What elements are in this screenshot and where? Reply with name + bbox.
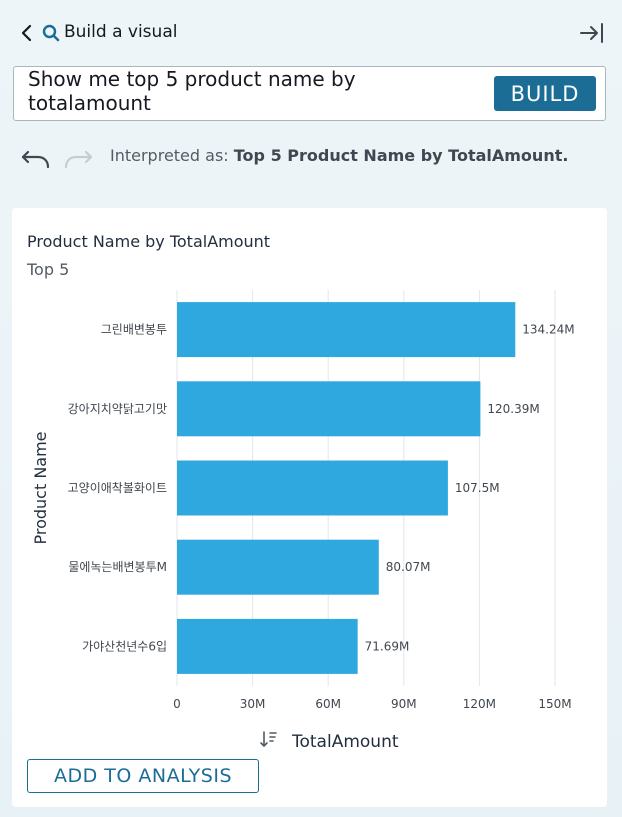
- bar: [177, 302, 516, 358]
- interpreted-value: Top 5 Product Name by TotalAmount.: [233, 146, 569, 165]
- bar: [177, 460, 448, 516]
- x-axis-label: TotalAmount: [291, 732, 399, 752]
- chevron-left-icon[interactable]: [20, 22, 34, 44]
- y-tick-label: 그린배변봉투: [101, 323, 167, 337]
- y-tick-label: 강아지치약닭고기맛: [68, 401, 167, 416]
- arrow-right-to-bar-icon[interactable]: [580, 22, 604, 44]
- bar-value-label: 120.39M: [487, 402, 539, 416]
- build-button[interactable]: BUILD: [494, 76, 596, 111]
- bar: [177, 539, 379, 595]
- x-tick-label: 60M: [315, 697, 341, 711]
- x-tick-label: 120M: [463, 697, 496, 711]
- y-tick-label: 고양이애착볼화이트: [68, 481, 167, 495]
- x-tick-label: 150M: [538, 697, 571, 711]
- x-tick-label: 90M: [391, 697, 417, 711]
- interpretation-text: Interpreted as: Top 5 Product Name by To…: [110, 146, 568, 165]
- x-tick-label: 0: [173, 697, 181, 711]
- y-tick-label: 물에녹는배변봉투M: [68, 560, 167, 574]
- visual-card: Product Name by TotalAmount Top 5 0 30M 60…: [12, 208, 607, 807]
- bar-value-label: 71.69M: [365, 639, 410, 653]
- bar-chart: 0 30M 60M 90M 120M 150M 134.24M 그린배변봉투 120.39M 강아…: [31, 290, 575, 752]
- bar-value-label: 134.24M: [522, 323, 574, 337]
- bar-value-label: 80.07M: [386, 560, 431, 574]
- q-search-icon: [42, 24, 60, 42]
- add-to-analysis-button[interactable]: ADD TO ANALYSIS: [27, 759, 259, 793]
- y-tick-label: 가야산천년수6입: [82, 638, 167, 653]
- undo-icon[interactable]: [20, 146, 52, 170]
- sort-descending-icon[interactable]: [260, 731, 277, 747]
- query-input[interactable]: Show me top 5 product name by totalamoun…: [14, 67, 484, 120]
- redo-icon: [64, 150, 93, 169]
- panel-header: Build a visual: [0, 0, 622, 64]
- query-bar: Show me top 5 product name by totalamoun…: [13, 66, 606, 121]
- panel-title: Build a visual: [64, 22, 178, 42]
- bar-value-label: 107.5M: [455, 481, 500, 495]
- interpreted-prefix: Interpreted as:: [110, 146, 229, 165]
- x-tick-label: 30M: [240, 697, 266, 711]
- bar: [177, 381, 481, 437]
- bar: [177, 618, 358, 674]
- y-axis-label: Product Name: [31, 431, 50, 544]
